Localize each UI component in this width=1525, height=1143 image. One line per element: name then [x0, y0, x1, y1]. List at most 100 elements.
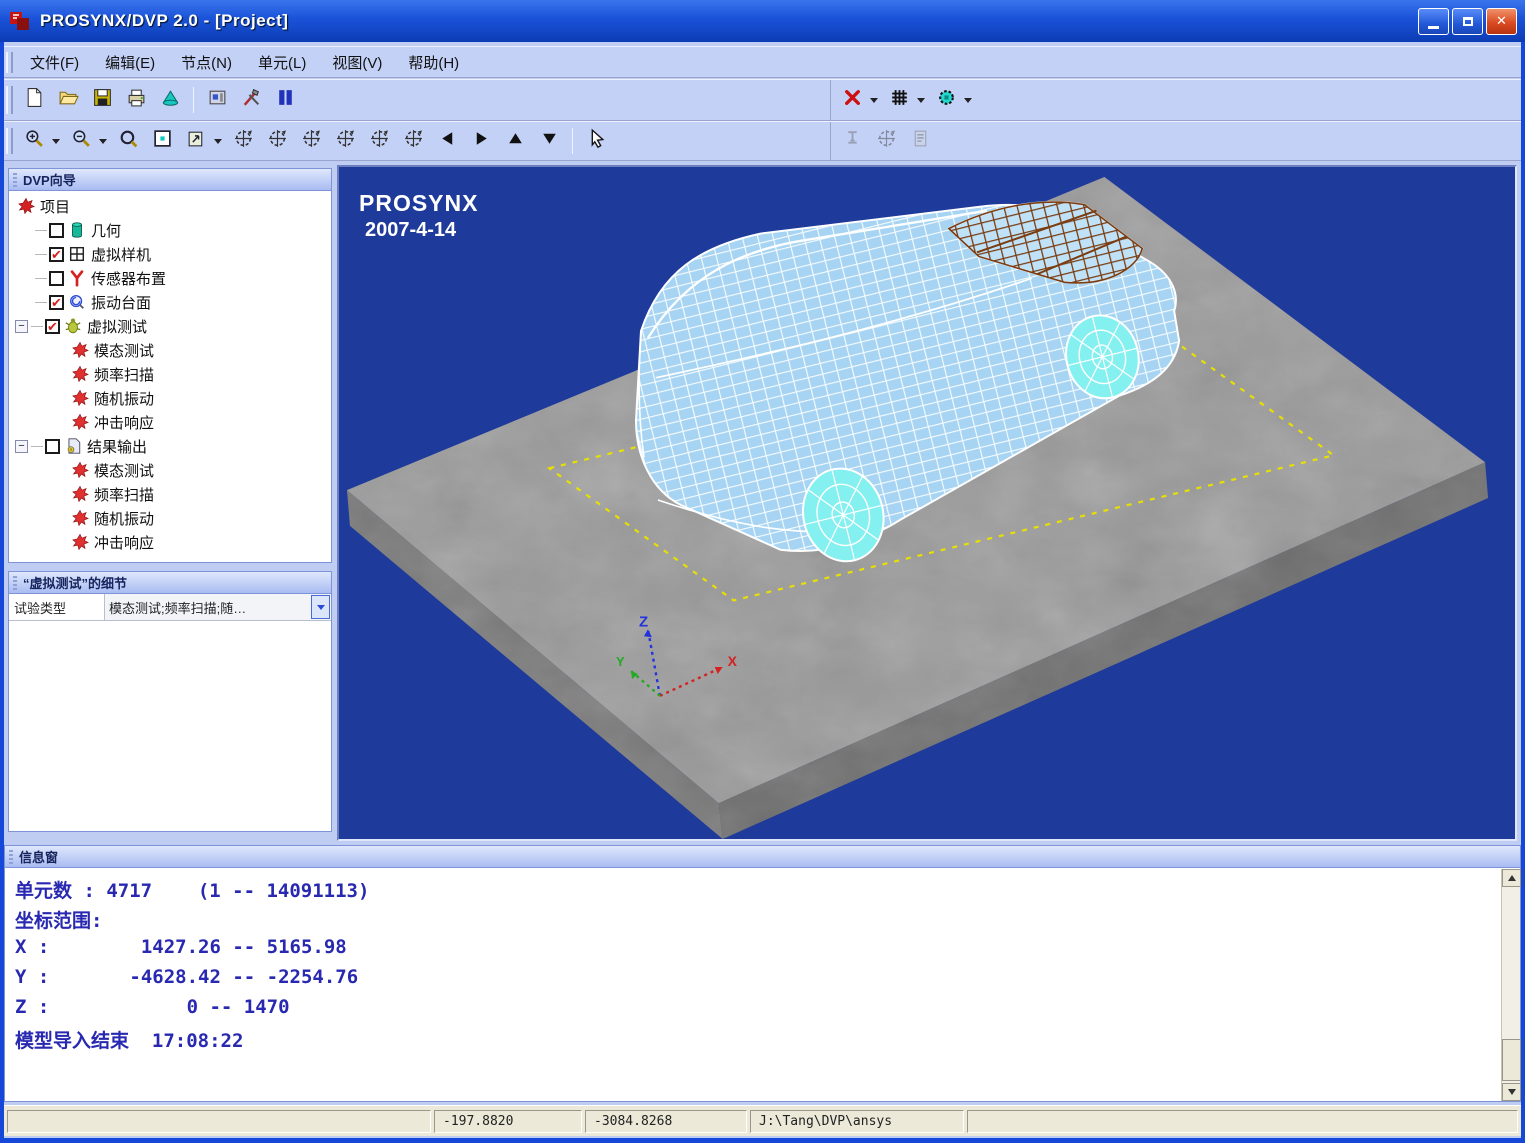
toolbar-model: [830, 80, 976, 120]
save-button[interactable]: [86, 85, 118, 115]
bug-icon: [64, 317, 82, 335]
rotate-y-pos-button[interactable]: [295, 126, 327, 156]
pan-down-button[interactable]: [533, 126, 565, 156]
panel-drag-dots[interactable]: [13, 173, 17, 187]
tree-expander[interactable]: −: [15, 440, 28, 453]
tree-item-项目[interactable]: 项目: [9, 194, 331, 218]
tree-checkbox-checked[interactable]: ✔: [49, 295, 64, 310]
restore-button[interactable]: [1452, 8, 1483, 35]
close-button[interactable]: ✕: [1486, 8, 1517, 35]
capture-button[interactable]: [154, 85, 186, 115]
rotate-y-neg-button[interactable]: [329, 126, 361, 156]
menu-4[interactable]: 视图(V): [319, 51, 395, 76]
print-button[interactable]: [120, 85, 152, 115]
material-button[interactable]: [930, 85, 962, 115]
dropdown-caret-icon[interactable]: [52, 139, 60, 144]
tree-item-虚拟测试[interactable]: −✔虚拟测试: [9, 314, 331, 338]
tools-button[interactable]: [235, 85, 267, 115]
machine-button[interactable]: [201, 85, 233, 115]
tree-item-频率扫描[interactable]: 频率扫描: [9, 482, 331, 506]
tree-checkbox-checked[interactable]: ✔: [45, 319, 60, 334]
rotate-z-neg-icon: [403, 128, 424, 154]
menu-2[interactable]: 节点(N): [168, 51, 245, 76]
print-icon: [126, 87, 147, 113]
dropdown-caret-icon[interactable]: [964, 98, 972, 103]
pointer-button[interactable]: [580, 126, 612, 156]
rotate-x-pos-button[interactable]: [227, 126, 259, 156]
menu-0[interactable]: 文件(F): [17, 51, 92, 76]
viewport-3d[interactable]: PROSYNX 2007-4-14: [337, 165, 1517, 841]
svg-text:X: X: [728, 653, 738, 669]
tree-item-模态测试[interactable]: 模态测试: [9, 458, 331, 482]
tree-item-随机振动[interactable]: 随机振动: [9, 386, 331, 410]
pan-right-icon: [471, 128, 492, 154]
tree-item-传感器布置[interactable]: 传感器布置: [9, 266, 331, 290]
tree-checkbox-unchecked[interactable]: [45, 439, 60, 454]
rotate-tool-icon: [876, 128, 897, 154]
delete-x-button[interactable]: [836, 85, 868, 115]
menu-3[interactable]: 单元(L): [245, 51, 319, 76]
menu-drag-handle[interactable]: [6, 52, 13, 73]
pan-up-button[interactable]: [499, 126, 531, 156]
panel-drag-dots[interactable]: [9, 850, 13, 864]
tree-item-模态测试[interactable]: 模态测试: [9, 338, 331, 362]
zoom-out-button[interactable]: [65, 126, 97, 156]
columns-button[interactable]: [269, 85, 301, 115]
test-icon: [71, 461, 89, 479]
dropdown-caret-icon[interactable]: [99, 139, 107, 144]
zoom-window-button[interactable]: [146, 126, 178, 156]
panel-drag-dots[interactable]: [13, 576, 17, 590]
combo-dropdown-button[interactable]: [311, 595, 330, 619]
message-scrollbar[interactable]: [1501, 869, 1520, 1101]
test-type-combobox[interactable]: 模态测试;频率扫描;随…: [105, 594, 331, 620]
tree-item-频率扫描[interactable]: 频率扫描: [9, 362, 331, 386]
dropdown-caret-icon[interactable]: [917, 98, 925, 103]
tree-label: 振动台面: [91, 292, 151, 313]
pointer-icon: [586, 128, 607, 154]
pan-right-button[interactable]: [465, 126, 497, 156]
menu-5[interactable]: 帮助(H): [395, 51, 472, 76]
rotate-z-neg-button[interactable]: [397, 126, 429, 156]
toolbar1-drag-handle[interactable]: [6, 86, 13, 114]
scroll-thumb[interactable]: [1502, 1039, 1521, 1081]
tree-item-结果输出[interactable]: −结果输出: [9, 434, 331, 458]
toolbar-standard: [4, 79, 1521, 121]
test-icon: [71, 485, 89, 503]
status-cell-4: [967, 1110, 1518, 1133]
minimize-button[interactable]: [1418, 8, 1449, 35]
tree-checkbox-unchecked[interactable]: [49, 271, 64, 286]
toolbar2-drag-handle[interactable]: [6, 128, 13, 155]
open-button[interactable]: [52, 85, 84, 115]
scroll-down-button[interactable]: [1502, 1083, 1521, 1101]
rotate-x-neg-button[interactable]: [261, 126, 293, 156]
tree-item-振动台面[interactable]: ✔ 振动台面: [9, 290, 331, 314]
zoom-out-icon: [71, 128, 92, 154]
details-panel-header: “虚拟测试”的细节: [8, 571, 332, 594]
toolbar-analysis: [830, 122, 937, 160]
tree-item-冲击响应[interactable]: 冲击响应: [9, 410, 331, 434]
tree-item-随机振动[interactable]: 随机振动: [9, 506, 331, 530]
scroll-up-button[interactable]: [1502, 869, 1521, 887]
pan-left-button[interactable]: [431, 126, 463, 156]
tree-label: 频率扫描: [94, 364, 154, 385]
zoom-dynamic-button[interactable]: [112, 126, 144, 156]
rotate-z-pos-button[interactable]: [363, 126, 395, 156]
tree-label: 冲击响应: [94, 532, 154, 553]
zoom-in-button[interactable]: [18, 126, 50, 156]
zoom-extents-button[interactable]: [180, 126, 212, 156]
tree-checkbox-unchecked[interactable]: [49, 223, 64, 238]
tree-item-冲击响应[interactable]: 冲击响应: [9, 530, 331, 554]
menu-1[interactable]: 编辑(E): [92, 51, 168, 76]
dropdown-caret-icon[interactable]: [214, 139, 222, 144]
tree-item-几何[interactable]: 几何: [9, 218, 331, 242]
grid-button[interactable]: [883, 85, 915, 115]
new-button[interactable]: [18, 85, 50, 115]
svg-text:Y: Y: [616, 654, 625, 669]
tree-connector: [31, 326, 43, 327]
tree-item-虚拟样机[interactable]: ✔虚拟样机: [9, 242, 331, 266]
dropdown-caret-icon[interactable]: [870, 98, 878, 103]
tree-expander[interactable]: −: [15, 320, 28, 333]
app-logo-icon: [8, 9, 32, 33]
wizard-panel-header: DVP向导: [8, 168, 332, 191]
tree-checkbox-checked[interactable]: ✔: [49, 247, 64, 262]
